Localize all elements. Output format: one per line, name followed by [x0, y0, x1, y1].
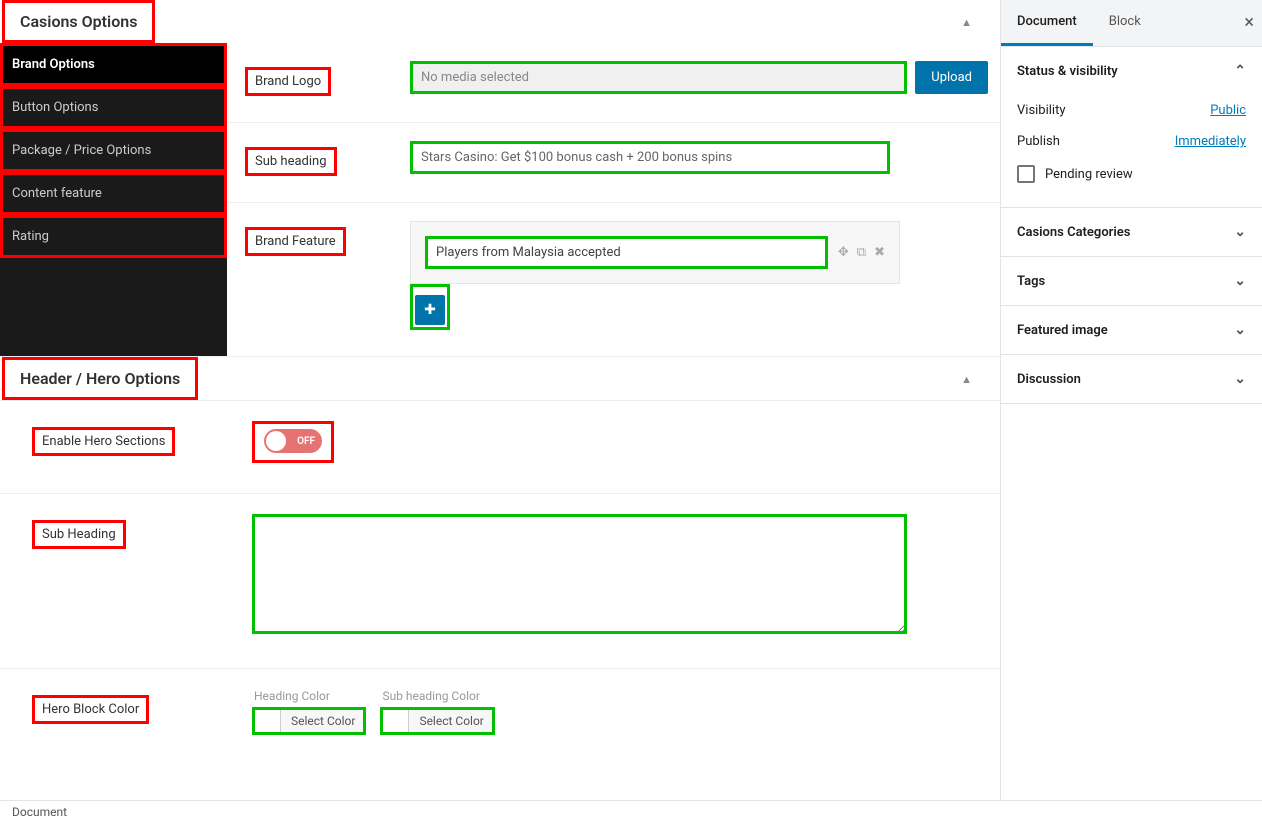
collapse-icon[interactable]: ▲ — [961, 373, 972, 386]
status-visibility-header[interactable]: Status & visibility ⌃ — [1001, 47, 1262, 95]
tab-block[interactable]: Block — [1093, 0, 1157, 46]
sidebar-item-label: Brand Options — [12, 57, 95, 72]
move-icon[interactable]: ✥ — [838, 245, 849, 260]
toggle-text: OFF — [297, 436, 315, 447]
hero-block-color-label: Hero Block Color — [32, 695, 149, 724]
heading-color-picker[interactable]: Select Color — [252, 707, 366, 735]
brand-feature-row: Brand Feature ✥ ⧉ ✖ — [227, 203, 1000, 356]
sidebar-fill — [0, 258, 227, 356]
repeater-item: ✥ ⧉ ✖ — [410, 221, 900, 284]
section-title: Tags — [1017, 274, 1045, 289]
settings-sidebar: Document Block × Status & visibility ⌃ V… — [1000, 0, 1262, 824]
pending-review-checkbox[interactable] — [1017, 165, 1035, 183]
collapse-icon[interactable]: ▲ — [961, 16, 972, 29]
sub-heading-row: Sub heading — [227, 123, 1000, 203]
panel-title-text: Header / Hero Options — [20, 369, 180, 388]
main-editor-area: Casions Options ▲ Brand Options Button O… — [0, 0, 1000, 824]
subheading-color-label: Sub heading Color — [380, 689, 494, 703]
color-swatch — [381, 708, 409, 734]
sidebar-item-rating[interactable]: Rating — [0, 215, 227, 258]
color-swatch — [253, 708, 281, 734]
visibility-label: Visibility — [1017, 103, 1066, 118]
header-hero-panel: Header / Hero Options ▲ Enable Hero Sect… — [0, 357, 1000, 765]
casions-categories-header[interactable]: Casions Categories ⌄ — [1001, 208, 1262, 256]
select-color-text: Select Color — [409, 708, 493, 734]
sidebar-item-content-feature[interactable]: Content feature — [0, 172, 227, 215]
section-title: Status & visibility — [1017, 64, 1118, 79]
publish-value[interactable]: Immediately — [1175, 134, 1246, 149]
header-hero-title: Header / Hero Options — [2, 357, 198, 400]
enable-hero-toggle[interactable]: OFF — [264, 429, 322, 453]
enable-hero-label: Enable Hero Sections — [32, 427, 175, 456]
subheading-color-picker[interactable]: Select Color — [380, 707, 494, 735]
hero-subheading-row: Sub Heading — [0, 494, 1000, 669]
section-title: Discussion — [1017, 372, 1081, 387]
copy-icon[interactable]: ⧉ — [857, 245, 866, 260]
brand-options-sidebar: Brand Options Button Options Package / P… — [0, 43, 227, 356]
plus-icon: ✚ — [424, 302, 436, 318]
hero-subheading-textarea[interactable] — [252, 514, 907, 634]
sub-heading-label: Sub heading — [245, 147, 337, 176]
brand-logo-label: Brand Logo — [245, 67, 331, 96]
sidebar-item-label: Button Options — [12, 100, 98, 115]
chevron-down-icon: ⌄ — [1234, 224, 1246, 240]
chevron-down-icon: ⌄ — [1234, 371, 1246, 387]
featured-image-header[interactable]: Featured image ⌄ — [1001, 306, 1262, 354]
tab-document[interactable]: Document — [1001, 0, 1093, 46]
hero-block-color-row: Hero Block Color Heading Color Select Co… — [0, 669, 1000, 765]
chevron-down-icon: ⌄ — [1234, 322, 1246, 338]
publish-label: Publish — [1017, 134, 1060, 149]
tags-header[interactable]: Tags ⌄ — [1001, 257, 1262, 305]
toggle-knob — [266, 431, 286, 451]
brand-feature-input[interactable] — [425, 236, 828, 269]
brand-feature-repeater: ✥ ⧉ ✖ — [410, 221, 900, 284]
brand-options-fields: Brand Logo No media selected Upload Sub … — [227, 43, 1000, 356]
sidebar-item-button-options[interactable]: Button Options — [0, 86, 227, 129]
sidebar-item-package-price[interactable]: Package / Price Options — [0, 129, 227, 172]
discussion-header[interactable]: Discussion ⌄ — [1001, 355, 1262, 403]
select-color-text: Select Color — [281, 708, 365, 734]
footer-breadcrumb: Document — [0, 800, 1262, 824]
delete-icon[interactable]: ✖ — [874, 245, 885, 260]
upload-button[interactable]: Upload — [915, 61, 988, 94]
sidebar-item-brand-options[interactable]: Brand Options — [0, 43, 227, 86]
hero-subheading-label: Sub Heading — [32, 520, 126, 549]
sidebar-item-label: Package / Price Options — [12, 143, 151, 158]
close-icon[interactable]: × — [1244, 12, 1254, 33]
heading-color-label: Heading Color — [252, 689, 366, 703]
brand-feature-label: Brand Feature — [245, 227, 346, 256]
chevron-up-icon: ⌃ — [1234, 63, 1246, 79]
casions-options-title: Casions Options — [2, 0, 155, 43]
panel-title-text: Casions Options — [20, 12, 137, 31]
sidebar-tabs: Document Block × — [1001, 0, 1262, 47]
section-title: Featured image — [1017, 323, 1108, 338]
casions-options-panel: Casions Options ▲ Brand Options Button O… — [0, 0, 1000, 357]
add-feature-button[interactable]: ✚ — [415, 295, 445, 325]
enable-hero-row: Enable Hero Sections OFF — [0, 401, 1000, 494]
section-title: Casions Categories — [1017, 225, 1130, 240]
visibility-value[interactable]: Public — [1210, 103, 1246, 118]
sub-heading-input[interactable] — [410, 141, 890, 174]
chevron-down-icon: ⌄ — [1234, 273, 1246, 289]
sidebar-item-label: Content feature — [12, 186, 102, 201]
footer-text: Document — [12, 805, 67, 819]
brand-logo-row: Brand Logo No media selected Upload — [227, 43, 1000, 123]
pending-review-label: Pending review — [1045, 167, 1133, 182]
brand-logo-media-box[interactable]: No media selected — [410, 61, 907, 94]
status-visibility-section: Status & visibility ⌃ Visibility Public … — [1001, 47, 1262, 208]
sidebar-item-label: Rating — [12, 229, 49, 244]
